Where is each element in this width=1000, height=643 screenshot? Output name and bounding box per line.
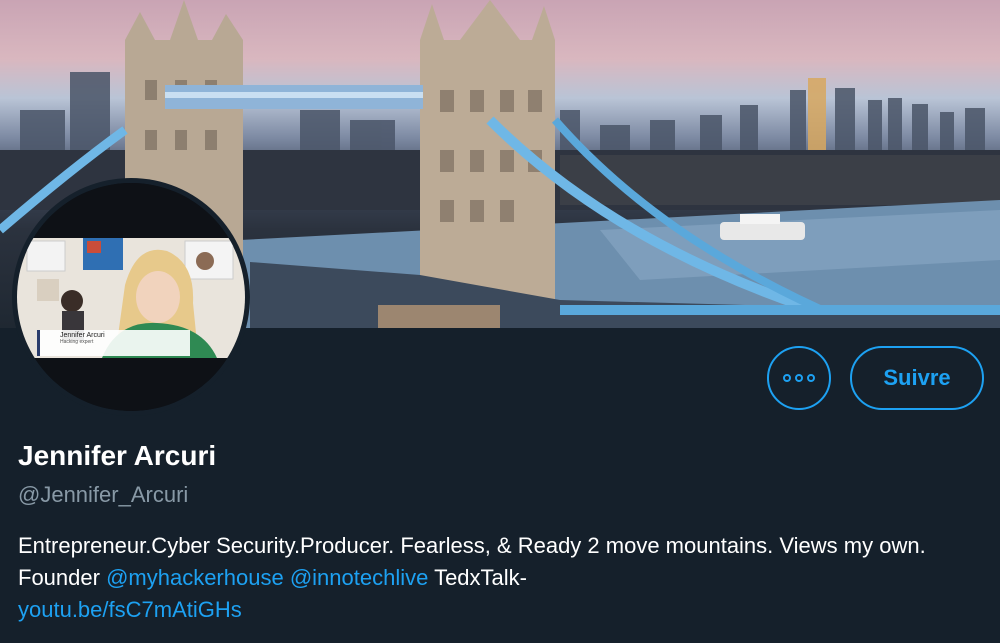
more-dots-icon bbox=[783, 374, 815, 382]
more-options-button[interactable] bbox=[767, 346, 831, 410]
profile-avatar[interactable]: Jennifer Arcuri Hacking expert bbox=[12, 178, 250, 416]
display-name: Jennifer Arcuri bbox=[18, 440, 217, 471]
avatar-caption-sub: Hacking expert bbox=[60, 339, 94, 345]
bio-url-link[interactable]: youtu.be/fsC7mAtiGHs bbox=[18, 597, 242, 622]
avatar-caption: Jennifer Arcuri Hacking expert bbox=[37, 330, 190, 356]
handle: @Jennifer_Arcuri bbox=[18, 482, 189, 507]
mention-myhackerhouse[interactable]: @myhackerhouse bbox=[106, 565, 284, 590]
follow-button[interactable]: Suivre bbox=[850, 346, 984, 410]
avatar[interactable]: Jennifer Arcuri Hacking expert bbox=[17, 183, 245, 411]
avatar-caption-name: Jennifer Arcuri bbox=[60, 332, 105, 339]
bio: Entrepreneur.Cyber Security.Producer. Fe… bbox=[18, 530, 993, 626]
avatar-photo bbox=[17, 183, 245, 411]
bio-text-2: TedxTalk- bbox=[428, 565, 527, 590]
mention-innotechlive[interactable]: @innotechlive bbox=[290, 565, 429, 590]
